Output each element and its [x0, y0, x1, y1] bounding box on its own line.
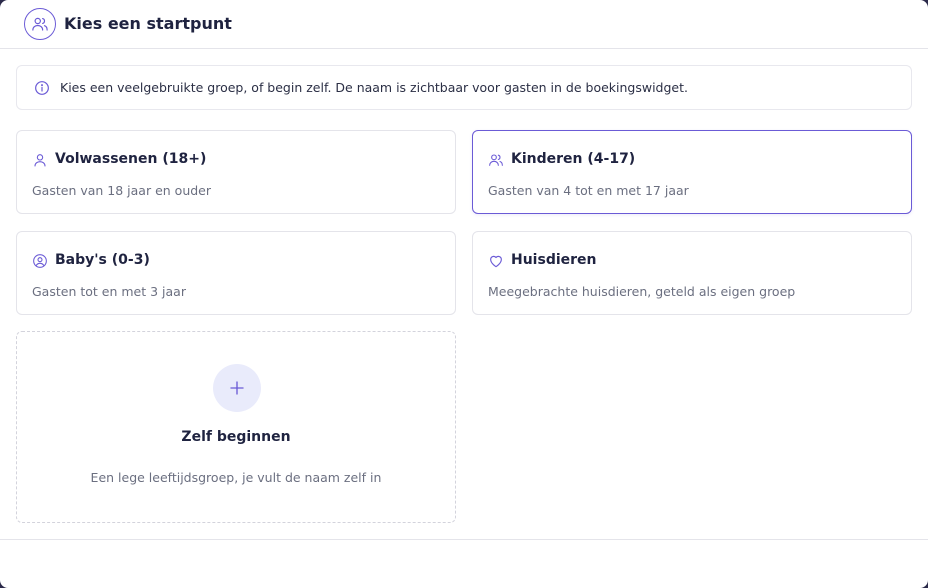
- heart-icon: [488, 253, 504, 269]
- option-description: Gasten tot en met 3 jaar: [32, 284, 186, 299]
- option-description: Meegebrachte huisdieren, geteld als eige…: [488, 284, 796, 299]
- option-title: Kinderen (4-17): [511, 151, 636, 167]
- custom-start-title: Zelf beginnen: [181, 429, 291, 445]
- info-icon: [34, 80, 50, 96]
- custom-start-description: Een lege leeftijdsgroep, je vult de naam…: [90, 470, 382, 485]
- users-icon: [488, 152, 504, 168]
- info-banner: Kies een veelgebruikte groep, of begin z…: [16, 65, 912, 110]
- option-title: Volwassenen (18+): [55, 151, 207, 167]
- footer-divider: [0, 539, 928, 540]
- option-description: Gasten van 18 jaar en ouder: [32, 183, 212, 198]
- dialog-header: Kies een startpunt: [0, 0, 928, 49]
- option-title: Huisdieren: [511, 252, 597, 268]
- option-card-adults[interactable]: Volwassenen (18+) Gasten van 18 jaar en …: [16, 130, 456, 214]
- dialog-title: Kies een startpunt: [64, 14, 232, 33]
- user-icon: [32, 152, 48, 168]
- baby-icon: [32, 253, 48, 269]
- option-card-babies[interactable]: Baby's (0-3) Gasten tot en met 3 jaar: [16, 231, 456, 315]
- users-icon: [24, 8, 56, 40]
- start-point-dialog: Kies een startpunt Kies een veelgebruikt…: [0, 0, 928, 588]
- plus-icon: [213, 364, 261, 412]
- option-card-pets[interactable]: Huisdieren Meegebrachte huisdieren, gete…: [472, 231, 912, 315]
- option-title: Baby's (0-3): [55, 252, 150, 268]
- custom-start-card[interactable]: Zelf beginnen Een lege leeftijdsgroep, j…: [16, 331, 456, 523]
- option-card-children[interactable]: Kinderen (4-17) Gasten van 4 tot en met …: [472, 130, 912, 214]
- info-text: Kies een veelgebruikte groep, of begin z…: [60, 80, 688, 95]
- option-description: Gasten van 4 tot en met 17 jaar: [488, 183, 689, 198]
